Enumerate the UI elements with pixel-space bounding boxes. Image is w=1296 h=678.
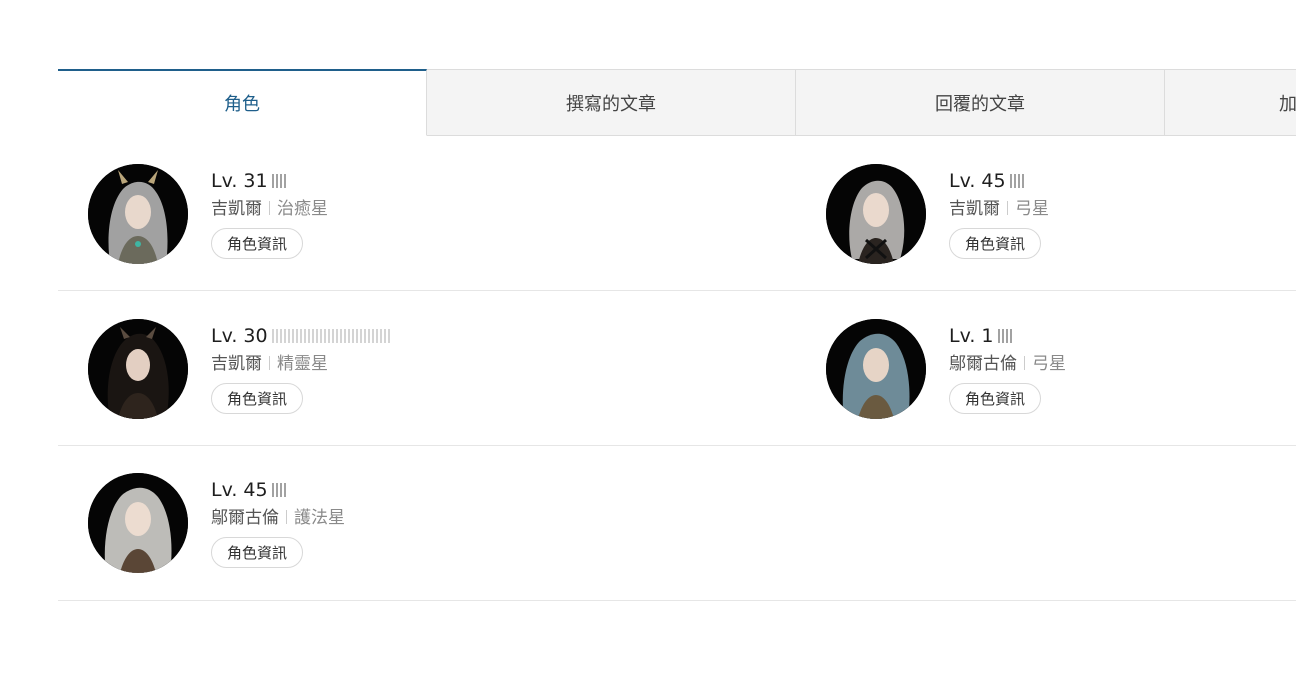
character-name-redacted	[271, 173, 288, 188]
character-level: Lv. 30	[211, 324, 392, 348]
portrait-image	[88, 473, 188, 573]
class-name: 護法星	[294, 508, 345, 528]
server-name: 吉凱爾	[949, 198, 1000, 219]
character-info-button[interactable]: 角色資訊	[211, 537, 304, 568]
server-name: 鄔爾古倫	[949, 353, 1017, 374]
character-avatar[interactable]	[826, 318, 926, 419]
character-level: Lv. 31	[211, 169, 328, 193]
tab-more[interactable]: 加	[1165, 70, 1296, 135]
character-info-button[interactable]: 角色資訊	[211, 227, 304, 259]
character-level: Lv. 45	[211, 478, 345, 502]
character-avatar[interactable]	[826, 163, 926, 264]
character-name-redacted	[271, 328, 392, 343]
divider	[269, 200, 270, 215]
character-info-button[interactable]: 角色資訊	[949, 382, 1042, 414]
character-meta: 鄔爾古倫 護法星	[211, 506, 345, 530]
class-name: 治癒星	[277, 198, 328, 219]
character-meta: 吉凱爾 弓星	[949, 197, 1049, 221]
character-meta: 鄔爾古倫 弓星	[949, 352, 1066, 376]
character-info: Lv. 31 吉凱爾 治癒星 角色資訊	[211, 169, 328, 259]
character-card: Lv. 45 鄔爾古倫 護法星 角色資訊	[58, 446, 796, 601]
character-info: Lv. 45 鄔爾古倫 護法星 角色資訊	[211, 478, 345, 568]
portrait-image	[826, 318, 926, 419]
tab-replied-posts[interactable]: 回覆的文章	[796, 70, 1165, 135]
character-meta: 吉凱爾 精靈星	[211, 352, 392, 376]
server-name: 吉凱爾	[211, 198, 262, 219]
character-avatar[interactable]	[88, 318, 188, 419]
server-name: 鄔爾古倫	[211, 508, 279, 528]
character-card: Lv. 1 鄔爾古倫 弓星 角色資訊	[796, 291, 1296, 446]
divider	[1007, 200, 1008, 215]
class-name: 精靈星	[277, 353, 328, 374]
character-name-redacted	[997, 328, 1014, 343]
character-row: Lv. 30 吉凱爾 精靈星 角色資訊 Lv. 1 鄔爾古倫 弓星 角色資訊	[58, 291, 1296, 446]
profile-tabs: 角色 撰寫的文章 回覆的文章 加	[58, 69, 1296, 136]
portrait-image	[826, 163, 926, 264]
character-row: Lv. 31 吉凱爾 治癒星 角色資訊 Lv. 45 吉凱爾 弓星 角色資訊	[58, 136, 1296, 291]
class-name: 弓星	[1015, 198, 1049, 219]
character-card: Lv. 31 吉凱爾 治癒星 角色資訊	[58, 136, 796, 291]
portrait-image	[88, 163, 188, 264]
character-info: Lv. 30 吉凱爾 精靈星 角色資訊	[211, 324, 392, 414]
divider	[1024, 355, 1025, 370]
character-name-redacted	[271, 483, 288, 497]
character-name-redacted	[1009, 173, 1026, 188]
divider	[269, 355, 270, 370]
character-meta: 吉凱爾 治癒星	[211, 197, 328, 221]
character-info: Lv. 45 吉凱爾 弓星 角色資訊	[949, 169, 1049, 259]
character-list: Lv. 31 吉凱爾 治癒星 角色資訊 Lv. 45 吉凱爾 弓星 角色資訊 L…	[58, 136, 1296, 601]
divider	[286, 510, 287, 524]
character-info-button[interactable]: 角色資訊	[211, 382, 304, 414]
character-card: Lv. 45 吉凱爾 弓星 角色資訊	[796, 136, 1296, 291]
portrait-image	[88, 318, 188, 419]
character-row: Lv. 45 鄔爾古倫 護法星 角色資訊	[58, 446, 1296, 601]
character-level: Lv. 1	[949, 324, 1066, 348]
tab-characters[interactable]: 角色	[58, 69, 427, 136]
character-avatar[interactable]	[88, 163, 188, 264]
character-info: Lv. 1 鄔爾古倫 弓星 角色資訊	[949, 324, 1066, 414]
character-card: Lv. 30 吉凱爾 精靈星 角色資訊	[58, 291, 796, 446]
character-level: Lv. 45	[949, 169, 1049, 193]
tab-written-posts[interactable]: 撰寫的文章	[427, 70, 796, 135]
empty-cell	[796, 446, 1296, 601]
server-name: 吉凱爾	[211, 353, 262, 374]
character-avatar[interactable]	[88, 473, 188, 573]
character-info-button[interactable]: 角色資訊	[949, 227, 1042, 259]
class-name: 弓星	[1032, 353, 1066, 374]
